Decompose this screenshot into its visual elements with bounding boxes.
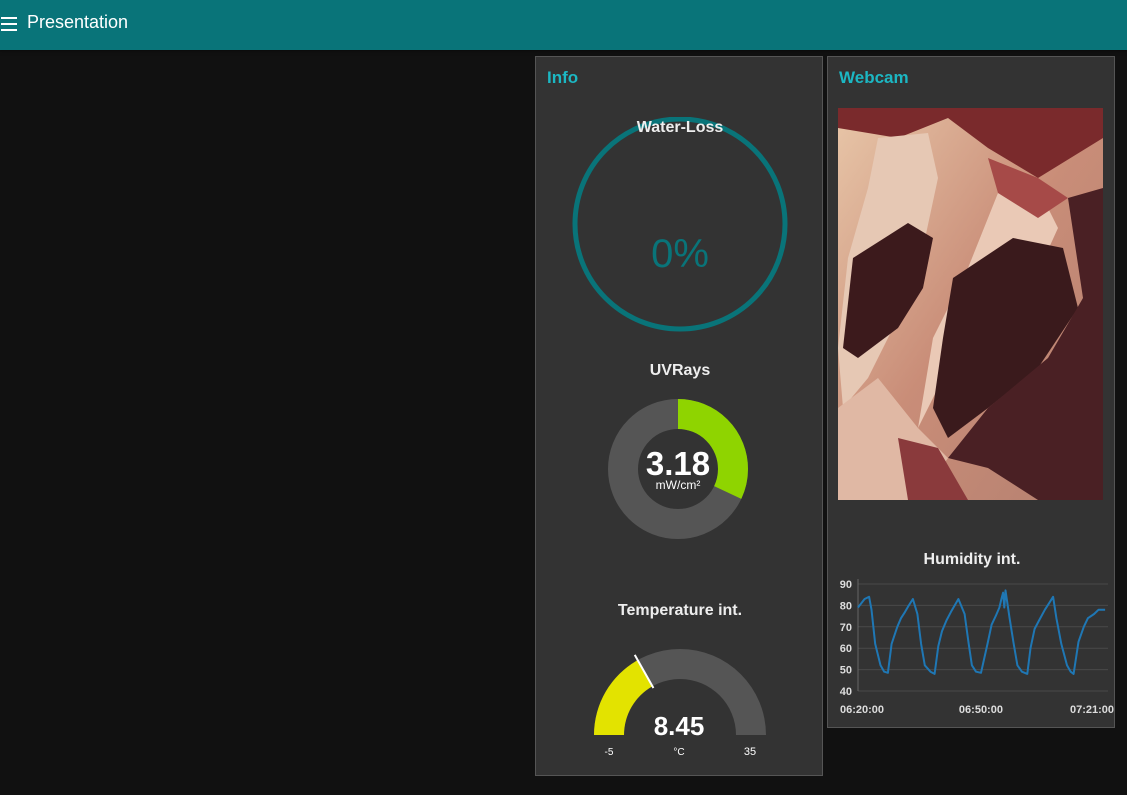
temperature-value: 8.45 xyxy=(654,711,705,741)
chart-ytick-label: 70 xyxy=(840,622,852,634)
humidity-series-line xyxy=(857,589,1106,675)
temperature-unit: °C xyxy=(673,747,684,758)
uvrays-gauge: 3.18 mW/cm² xyxy=(608,399,748,539)
temperature-max: 35 xyxy=(744,746,756,758)
humidity-chart-label: Humidity int. xyxy=(923,551,1021,568)
uvrays-label: UVRays xyxy=(649,362,711,379)
uvrays-value: 3.18 xyxy=(646,445,710,482)
chart-xtick-label: 06:20:00 xyxy=(840,704,884,716)
uvrays-unit: mW/cm² xyxy=(656,478,701,492)
webcam-card-title: Webcam xyxy=(839,68,909,87)
chart-ytick-label: 60 xyxy=(840,643,852,655)
page-title: Presentation xyxy=(27,12,129,32)
water-loss-value: 0% xyxy=(651,232,709,276)
hamburger-menu-icon[interactable] xyxy=(0,17,18,31)
water-loss-label: Water-Loss xyxy=(636,119,724,136)
info-card-title: Info xyxy=(547,68,579,87)
webcam-card: Webcam Humidity int. 90 80 70 60 50 40 06:20:0… xyxy=(827,56,1115,728)
humidity-chart: 90 80 70 60 50 40 06:20:00 06:50:00 07:21:00 xyxy=(840,579,1114,716)
temperature-min: -5 xyxy=(605,747,614,758)
webcam-image xyxy=(838,108,1103,500)
chart-ytick-label: 50 xyxy=(840,665,852,677)
water-loss-ring xyxy=(572,117,788,332)
info-card: Info 0% Water-Loss UVRays 3.18 mW/cm² Te… xyxy=(535,56,823,776)
temperature-label: Temperature int. xyxy=(617,602,743,619)
water-loss-gauge: 0% xyxy=(572,117,788,332)
chart-xtick-label: 07:21:00 xyxy=(1070,704,1114,716)
chart-xtick-label: 06:50:00 xyxy=(959,704,1003,716)
chart-ytick-label: 40 xyxy=(840,686,852,698)
chart-ytick-label: 80 xyxy=(840,600,852,612)
top-toolbar: Presentation xyxy=(0,0,1127,50)
temperature-gauge: 8.45 °C -5 35 xyxy=(594,649,766,758)
chart-ytick-label: 90 xyxy=(840,579,852,591)
